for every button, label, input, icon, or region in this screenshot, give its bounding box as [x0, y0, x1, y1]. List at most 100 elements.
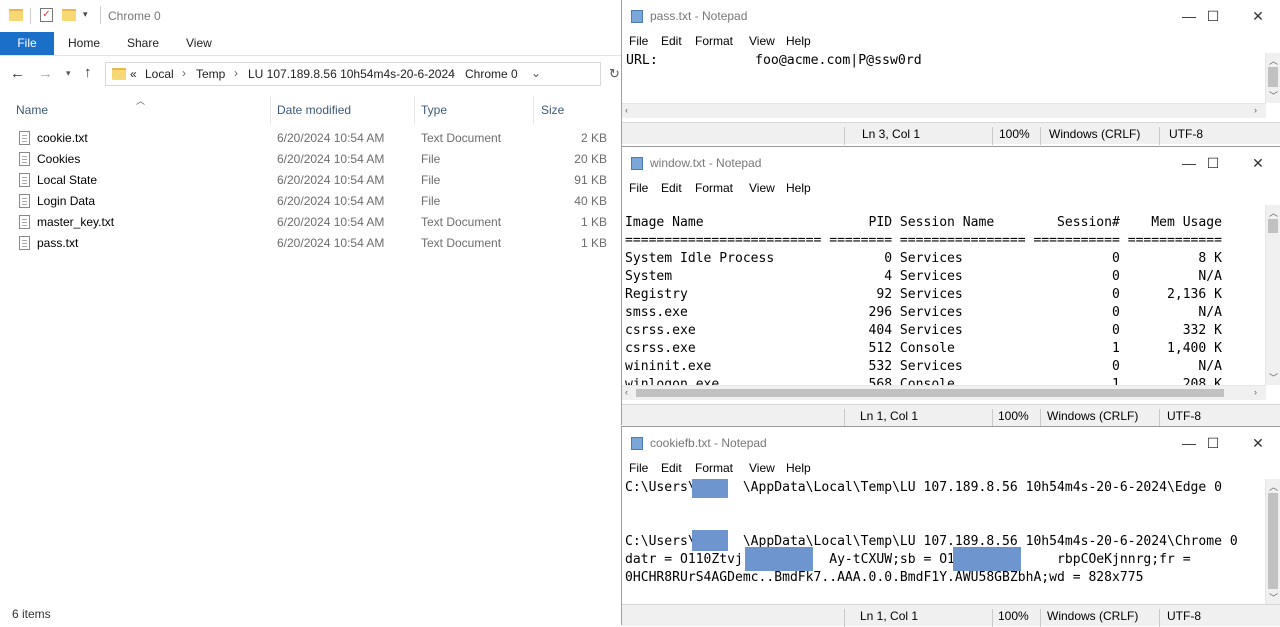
menu-view[interactable]: View	[749, 181, 775, 195]
notepad-icon	[631, 10, 643, 23]
file-type: File	[421, 194, 441, 208]
text-line: datr = O110Ztvj Ay-tCXUW;sb = O110 rbpCO…	[625, 552, 1191, 567]
status-divider	[1040, 609, 1041, 627]
menu-edit[interactable]: Edit	[661, 461, 682, 475]
dropdown-icon[interactable]: ⌄	[531, 66, 541, 80]
process-row: csrss.exe 512 Console 1 1,400 K	[625, 341, 1222, 356]
horizontal-scrollbar[interactable]: ‹ ›	[622, 385, 1266, 400]
horizontal-scrollbar[interactable]: ‹ ›	[622, 103, 1266, 118]
menu-help[interactable]: Help	[786, 34, 811, 48]
file-name: Local State	[37, 173, 98, 187]
menu-file[interactable]: File	[629, 181, 648, 195]
column-header-name[interactable]: Name	[16, 100, 48, 120]
new-folder-icon[interactable]	[62, 9, 76, 21]
file-row[interactable]: master_key.txt 6/20/2024 10:54 AM Text Doc…	[0, 212, 621, 233]
tab-home[interactable]: Home	[68, 32, 100, 55]
file-row[interactable]: pass.txt 6/20/2024 10:54 AM Text Document 1…	[0, 233, 621, 254]
chevron-right-icon[interactable]: ›	[182, 66, 186, 80]
redaction-box	[692, 479, 728, 498]
menu-format[interactable]: Format	[695, 461, 733, 475]
scroll-down-icon[interactable]: ﹀	[1269, 591, 1278, 604]
maximize-icon[interactable]: ☐	[1190, 151, 1236, 175]
tab-view[interactable]: View	[186, 32, 212, 55]
file-row[interactable]: Cookies 6/20/2024 10:54 AM File 20 KB	[0, 149, 621, 170]
scroll-down-icon[interactable]: ﹀	[1269, 371, 1278, 384]
file-row[interactable]: cookie.txt 6/20/2024 10:54 AM Text Documen…	[0, 128, 621, 149]
folder-icon[interactable]	[9, 9, 23, 21]
tab-share[interactable]: Share	[127, 32, 159, 55]
breadcrumb-overflow[interactable]: «	[130, 67, 137, 81]
scroll-up-icon[interactable]: ︿	[1269, 54, 1278, 67]
menu-view[interactable]: View	[749, 461, 775, 475]
maximize-icon[interactable]: ☐	[1190, 4, 1236, 28]
column-header-type[interactable]: Type	[421, 100, 447, 120]
scroll-left-icon[interactable]: ‹	[625, 387, 628, 397]
chevron-right-icon[interactable]: ›	[234, 66, 238, 80]
chevron-right-icon[interactable]: ›	[451, 66, 455, 80]
line-ending: Windows (CRLF)	[1047, 409, 1139, 423]
menu-file[interactable]: File	[629, 34, 648, 48]
tab-file[interactable]: File	[0, 32, 54, 55]
menu-edit[interactable]: Edit	[661, 181, 682, 195]
scroll-up-icon[interactable]: ︿	[1269, 480, 1278, 493]
scroll-right-icon[interactable]: ›	[1254, 387, 1257, 397]
close-icon[interactable]: ✕	[1235, 431, 1280, 455]
maximize-icon[interactable]: ☐	[1190, 431, 1236, 455]
scroll-down-icon[interactable]: ﹀	[1269, 89, 1278, 102]
menu-help[interactable]: Help	[786, 181, 811, 195]
text-line: ========================= ======== =====…	[625, 233, 1222, 248]
menu-format[interactable]: Format	[695, 181, 733, 195]
ribbon-tabs: File Home Share View	[0, 32, 621, 56]
file-row[interactable]: Login Data 6/20/2024 10:54 AM File 40 KB	[0, 191, 621, 212]
scroll-up-icon[interactable]: ︿	[1269, 206, 1278, 219]
file-name: cookie.txt	[37, 131, 88, 145]
cursor-position: Ln 1, Col 1	[860, 609, 919, 623]
file-row[interactable]: Local State 6/20/2024 10:54 AM File 91 KB	[0, 170, 621, 191]
menu-edit[interactable]: Edit	[661, 34, 682, 48]
column-header-date[interactable]: Date modified	[277, 100, 351, 120]
menu-file[interactable]: File	[629, 461, 648, 475]
column-divider[interactable]	[533, 96, 534, 124]
up-icon[interactable]: ↑	[84, 64, 92, 81]
menu-view[interactable]: View	[749, 34, 775, 48]
file-type: File	[421, 152, 441, 166]
scroll-thumb[interactable]	[1268, 493, 1278, 589]
cursor-position: Ln 1, Col 1	[860, 409, 919, 423]
address-bar[interactable]: « Local › Temp › LU 107.189.8.56 10h54m4…	[105, 62, 601, 86]
customize-toolbar-icon[interactable]: ▾	[83, 9, 88, 20]
back-icon[interactable]: ←	[10, 65, 25, 82]
window-title: pass.txt - Notepad	[650, 9, 748, 23]
scroll-left-icon[interactable]: ‹	[625, 105, 628, 115]
vertical-scrollbar[interactable]: ︿ ﹀	[1265, 53, 1280, 103]
column-divider[interactable]	[270, 96, 271, 124]
zoom-level: 100%	[998, 409, 1029, 423]
close-icon[interactable]: ✕	[1235, 4, 1280, 28]
breadcrumb-temp[interactable]: Temp	[196, 67, 225, 81]
breadcrumb-current[interactable]: Chrome 0	[465, 67, 518, 81]
menu-help[interactable]: Help	[786, 461, 811, 475]
breadcrumb-local[interactable]: Local	[145, 67, 174, 81]
menu-format[interactable]: Format	[695, 34, 733, 48]
scroll-thumb[interactable]	[636, 389, 1224, 397]
forward-icon[interactable]: →	[38, 65, 53, 82]
title-bar[interactable]: cookiefb.txt - Notepad — ☐ ✕	[622, 427, 1280, 459]
scroll-thumb[interactable]	[1268, 67, 1278, 87]
title-bar[interactable]: pass.txt - Notepad — ☐ ✕	[622, 0, 1280, 32]
properties-icon[interactable]: ✓	[40, 8, 53, 22]
breadcrumb-folder[interactable]: LU 107.189.8.56 10h54m4s-20-6-2024	[248, 67, 455, 81]
column-divider[interactable]	[414, 96, 415, 124]
text-area[interactable]: Image Name PID Session Name Session# Mem…	[622, 205, 1266, 385]
notepad-icon	[631, 157, 643, 170]
column-header-size[interactable]: Size	[541, 100, 564, 120]
vertical-scrollbar[interactable]: ︿ ﹀	[1265, 479, 1280, 605]
close-icon[interactable]: ✕	[1235, 151, 1280, 175]
text-area[interactable]: C:\Users\ \AppData\Local\Temp\LU 107.189…	[622, 479, 1266, 605]
vertical-scrollbar[interactable]: ︿ ﹀	[1265, 205, 1280, 385]
refresh-icon[interactable]: ↻	[609, 66, 620, 82]
file-size: 1 KB	[580, 236, 607, 250]
recent-locations-icon[interactable]: ▾	[66, 68, 71, 79]
title-bar[interactable]: window.txt - Notepad — ☐ ✕	[622, 147, 1280, 179]
scroll-right-icon[interactable]: ›	[1254, 105, 1257, 115]
scroll-thumb[interactable]	[1268, 219, 1278, 233]
text-area[interactable]: URL: foo@acme.com|P@ssw0rd	[622, 53, 1266, 103]
